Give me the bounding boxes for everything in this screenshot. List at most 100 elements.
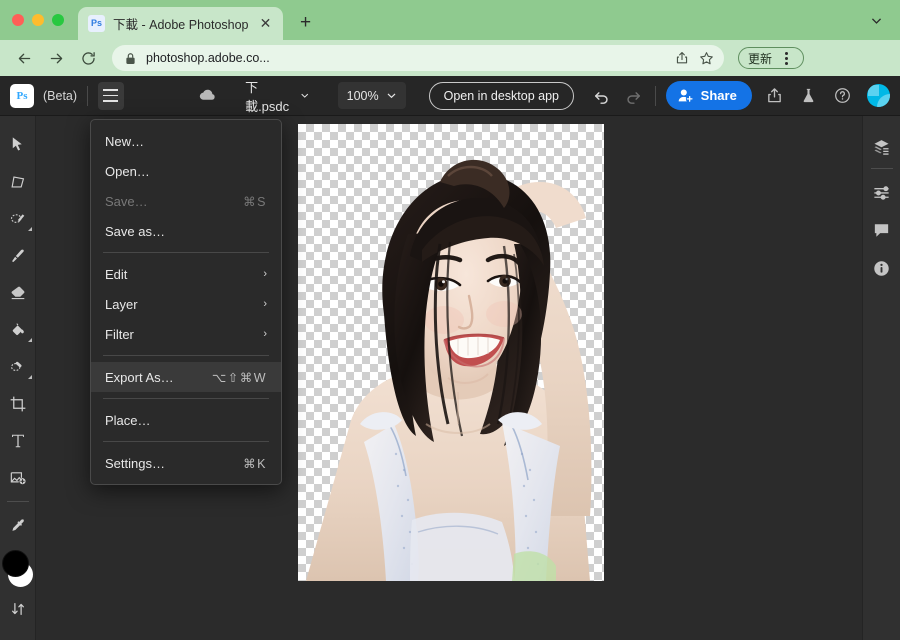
cloud-sync-icon [196,88,217,103]
chevron-right-icon: › [263,298,267,310]
maximize-window-button[interactable] [52,14,64,26]
foreground-color-swatch[interactable] [1,550,29,577]
spot-healing-tool[interactable] [1,348,35,385]
object-select-tool[interactable] [1,200,35,237]
undo-button[interactable] [590,82,614,110]
menu-item-label: Edit [105,266,128,282]
zoom-level-dropdown[interactable]: 100% [337,82,406,109]
menu-item-settings[interactable]: Settings… ⌘K [91,448,281,478]
forward-icon[interactable] [42,44,70,72]
menu-item-open[interactable]: Open… [91,156,281,186]
share-label: Share [700,88,737,103]
beta-label: (Beta) [43,88,78,103]
menu-item-label: Settings… [105,455,165,471]
menu-item-label: Open… [105,163,150,179]
rail-divider [870,168,893,169]
menu-separator [103,441,269,442]
close-window-button[interactable] [12,14,24,26]
transform-tool[interactable] [1,163,35,200]
lab-flask-icon[interactable] [796,82,820,110]
topbar-divider-2 [654,85,656,106]
menu-item-filter[interactable]: Filter › [91,319,281,349]
photoshop-topbar: Ps (Beta) 下載.psdc 100% Open in desktop a… [0,76,900,116]
topbar-divider [87,85,88,106]
menu-item-new[interactable]: New… [91,126,281,156]
move-tool[interactable] [1,126,35,163]
add-user-icon [678,89,694,103]
chevron-down-icon [387,93,396,99]
menu-separator [103,355,269,356]
info-panel-icon[interactable] [865,249,899,287]
menu-item-label: Layer [105,296,138,312]
comments-panel-icon[interactable] [865,211,899,249]
browser-tabstrip: Ps 下載 - Adobe Photoshop ✕ + [0,0,900,40]
main-menu-dropdown[interactable]: New… Open… Save… ⌘S Save as… Edit › Laye… [90,119,282,485]
menu-separator [103,398,269,399]
chevron-down-icon [301,93,309,98]
update-button[interactable]: 更新 [738,45,805,71]
zoom-level-value: 100% [346,88,379,103]
bookmark-star-icon[interactable] [698,50,714,66]
document-name: 下載.psdc [245,79,290,114]
document-canvas[interactable] [298,124,604,581]
main-menu-button[interactable] [97,81,125,110]
document-name-dropdown[interactable]: 下載.psdc [245,77,310,115]
menu-item-layer[interactable]: Layer › [91,289,281,319]
close-tab-icon[interactable]: ✕ [257,15,275,33]
photoshop-logo: Ps [10,83,34,108]
menu-item-label: New… [105,133,145,149]
color-swatches[interactable] [1,548,35,590]
photoshop-favicon: Ps [88,15,105,32]
menu-item-label: Save… [105,193,148,209]
layers-panel-icon[interactable] [865,128,899,166]
menu-separator [103,252,269,253]
crop-tool[interactable] [1,385,35,422]
chevron-right-icon: › [263,328,267,340]
export-icon[interactable] [762,82,786,110]
open-in-desktop-app-button[interactable]: Open in desktop app [428,81,574,110]
address-bar[interactable]: photoshop.adobe.co... [112,45,724,71]
menu-item-place[interactable]: Place… [91,405,281,435]
generative-fill-tool[interactable] [1,459,35,496]
brush-tool[interactable] [1,237,35,274]
right-panel-rail [862,116,900,640]
browser-chrome: Ps 下載 - Adobe Photoshop ✕ + photoshop.ad… [0,0,900,76]
type-tool[interactable] [1,422,35,459]
menu-item-label: Filter [105,326,134,342]
tools-divider [6,501,29,502]
menu-item-edit[interactable]: Edit › [91,259,281,289]
browser-menu-icon[interactable] [775,45,797,71]
share-icon[interactable] [674,50,690,66]
share-button[interactable]: Share [665,81,752,110]
help-icon[interactable] [831,82,855,110]
menu-item-accelerator: ⌘K [243,456,267,471]
window-traffic-lights [12,0,78,40]
eraser-tool[interactable] [1,274,35,311]
menu-item-export-as[interactable]: Export As… ⌥⇧⌘W [91,362,281,392]
minimize-window-button[interactable] [32,14,44,26]
browser-toolbar: photoshop.adobe.co... 更新 [0,40,900,76]
adjustments-panel-icon[interactable] [865,173,899,211]
fill-tool[interactable] [1,311,35,348]
photoshop-app: Ps (Beta) 下載.psdc 100% Open in desktop a… [0,76,900,640]
user-avatar[interactable] [867,84,891,107]
browser-tab-photoshop[interactable]: Ps 下載 - Adobe Photoshop ✕ [78,7,283,40]
back-icon[interactable] [10,44,38,72]
update-label: 更新 [748,51,773,66]
lock-icon [122,50,138,66]
menu-item-label: Save as… [105,223,165,239]
menu-item-save-as[interactable]: Save as… [91,216,281,246]
eyedropper-tool[interactable] [1,507,35,544]
reload-icon[interactable] [74,44,102,72]
document-image [306,159,592,581]
new-tab-button[interactable]: + [291,8,321,38]
menu-item-accelerator: ⌥⇧⌘W [211,370,267,385]
menu-item-save: Save… ⌘S [91,186,281,216]
swap-colors-button[interactable] [1,590,35,627]
redo-button [620,82,644,110]
tab-title: 下載 - Adobe Photoshop [113,18,249,32]
menu-item-label: Place… [105,412,151,428]
chevron-down-icon[interactable] [862,0,890,40]
tools-panel [0,116,36,640]
address-bar-url: photoshop.adobe.co... [146,51,270,65]
